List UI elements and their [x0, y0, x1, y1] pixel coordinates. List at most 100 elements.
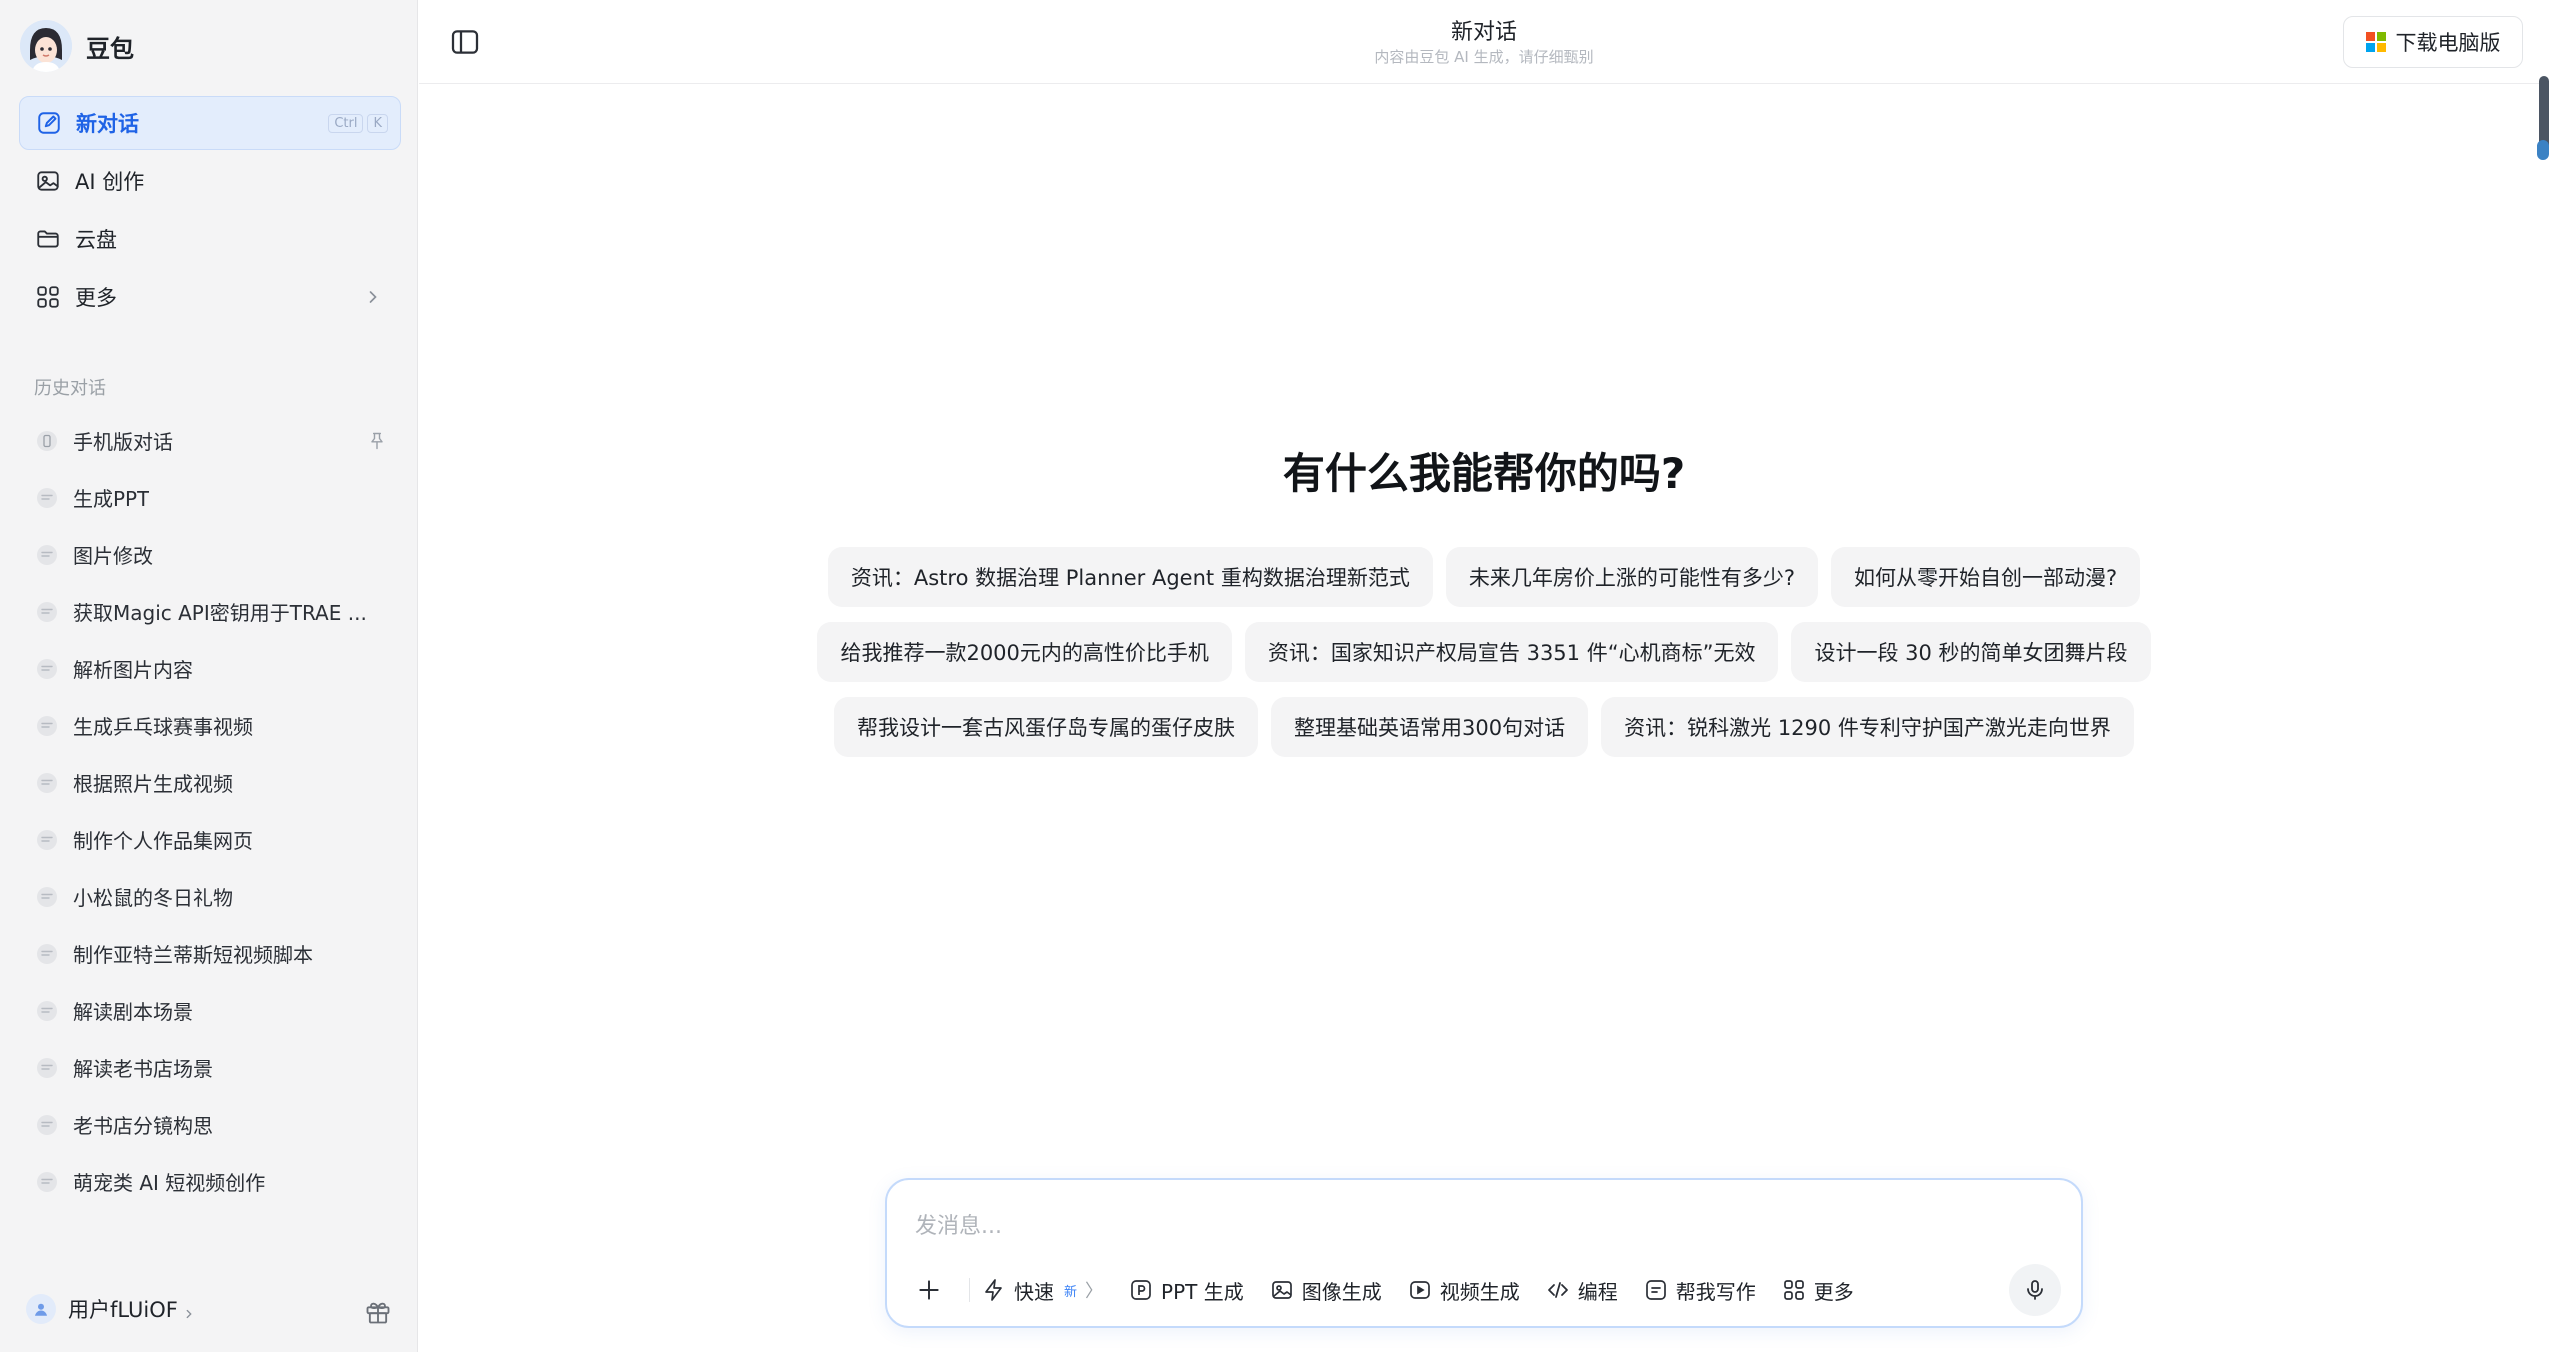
- download-label: 下载电脑版: [2395, 31, 2501, 55]
- history-item[interactable]: 获取Magic API密钥用于TRAE ...: [19, 583, 401, 640]
- history-item-label: 获取Magic API密钥用于TRAE ...: [73, 601, 367, 625]
- tool-code[interactable]: 编程: [1546, 1276, 1618, 1305]
- chat-bubble-icon: [35, 999, 59, 1023]
- chat-bubble-icon: [35, 828, 59, 852]
- tool-ppt[interactable]: PPT 生成: [1129, 1276, 1244, 1305]
- history-item[interactable]: 制作个人作品集网页: [19, 811, 401, 868]
- download-desktop-button[interactable]: 下载电脑版: [2343, 16, 2523, 68]
- sidebar-item-new-chat[interactable]: 新对话 Ctrl K: [19, 96, 401, 150]
- history-item-label: 解析图片内容: [73, 658, 193, 682]
- history-item[interactable]: 图片修改: [19, 526, 401, 583]
- history-item[interactable]: 小松鼠的冬日礼物: [19, 868, 401, 925]
- suggestion-chip[interactable]: 如何从零开始自创一部动漫?: [1830, 547, 2141, 607]
- sidebar-item-cloud-drive[interactable]: 云盘: [19, 212, 401, 266]
- video-icon: [1408, 1278, 1432, 1302]
- welcome-heading: 有什么我能帮你的吗?: [1282, 449, 1686, 498]
- lightning-icon: [982, 1278, 1006, 1302]
- history-item[interactable]: 老书店分镜构思: [19, 1096, 401, 1153]
- tool-label: 更多: [1813, 1279, 1854, 1304]
- history-item[interactable]: 生成乒乓球赛事视频: [19, 697, 401, 754]
- user-profile[interactable]: 用户fLUiOF: [26, 1294, 196, 1324]
- history-item[interactable]: 萌宠类 AI 短视频创作: [19, 1153, 401, 1210]
- tool-label: PPT 生成: [1161, 1279, 1244, 1304]
- code-icon: [1546, 1278, 1570, 1302]
- suggestion-chip[interactable]: 资讯：锐科激光 1290 件专利守护国产激光走向世界: [1601, 697, 2134, 757]
- sidebar-nav: 新对话 Ctrl K AI 创作 云盘 更多: [19, 96, 401, 328]
- toolbar-divider: [969, 1278, 970, 1302]
- history-item-label: 老书店分镜构思: [73, 1114, 213, 1138]
- shortcut-key: Ctrl: [328, 113, 364, 133]
- history-list: 手机版对话生成PPT 图片修改获取Magic API密钥用于TRAE ... 解析图…: [19, 412, 401, 1210]
- composer-toolbar: 快速 新 〉 PPT 生成 图像生成 视频生成 编程 帮我写作 更多: [911, 1268, 1880, 1312]
- suggestion-chip[interactable]: 整理基础英语常用300句对话: [1271, 697, 1589, 757]
- user-name: 用户fLUiOF: [68, 1298, 178, 1322]
- tool-quick[interactable]: 快速 新 〉: [982, 1276, 1103, 1305]
- suggestion-chip[interactable]: 给我推荐一款2000元内的高性价比手机: [817, 622, 1232, 682]
- message-input[interactable]: 发消息...: [915, 1208, 1002, 1240]
- gift-icon[interactable]: [364, 1298, 392, 1326]
- history-item-label: 制作亚特兰蒂斯短视频脚本: [73, 943, 313, 967]
- history-item[interactable]: 解读老书店场景: [19, 1039, 401, 1096]
- chevron-right-icon: [363, 287, 383, 307]
- main-area: 新对话 内容由豆包 AI 生成，请仔细甄别 下载电脑版 有什么我能帮你的吗? 资…: [419, 0, 2549, 1352]
- scrollbar-thumb[interactable]: [2537, 140, 2549, 160]
- history-item[interactable]: 手机版对话: [19, 412, 401, 469]
- chat-bubble-icon: [35, 942, 59, 966]
- tool-label: 快速: [1014, 1279, 1054, 1304]
- suggestion-row: 帮我设计一套古风蛋仔岛专属的蛋仔皮肤 整理基础英语常用300句对话 资讯：锐科激…: [419, 697, 2549, 757]
- plus-icon[interactable]: [911, 1272, 947, 1308]
- sidebar-item-ai-create[interactable]: AI 创作: [19, 154, 401, 208]
- more-grid-icon: [1782, 1278, 1806, 1302]
- new-badge: 新: [1064, 1284, 1078, 1300]
- chat-bubble-icon: [35, 771, 59, 795]
- history-item-label: 生成乒乓球赛事视频: [73, 715, 253, 739]
- chat-bubble-icon: [35, 543, 59, 567]
- grid-icon: [35, 284, 61, 310]
- doubao-avatar: [20, 20, 72, 72]
- chat-bubble-icon: [35, 486, 59, 510]
- tool-label: 编程: [1577, 1279, 1618, 1304]
- sidebar: 豆包 新对话 Ctrl K AI 创作 云盘 更多 历史对话 手机版对话 生成P…: [0, 0, 418, 1352]
- pin-icon[interactable]: [367, 431, 387, 451]
- history-item-label: 解读剧本场景: [73, 1000, 193, 1024]
- tool-video-gen[interactable]: 视频生成: [1408, 1276, 1520, 1305]
- sidebar-item-label: AI 创作: [75, 170, 145, 194]
- sidebar-item-label: 云盘: [75, 228, 117, 252]
- tool-image-gen[interactable]: 图像生成: [1270, 1276, 1382, 1305]
- chevron-right-icon: [182, 1302, 196, 1319]
- suggestion-chip[interactable]: 设计一段 30 秒的简单女团舞片段: [1791, 622, 2151, 682]
- folder-icon: [35, 226, 61, 252]
- tool-label: 视频生成: [1439, 1279, 1520, 1304]
- chat-bubble-icon: [35, 657, 59, 681]
- write-icon: [1644, 1278, 1668, 1302]
- tool-label: 帮我写作: [1675, 1279, 1756, 1304]
- chat-bubble-icon: [35, 600, 59, 624]
- history-item[interactable]: 制作亚特兰蒂斯短视频脚本: [19, 925, 401, 982]
- history-item[interactable]: 根据照片生成视频: [19, 754, 401, 811]
- windows-logo-icon: [2365, 32, 2386, 52]
- history-item[interactable]: 解析图片内容: [19, 640, 401, 697]
- microphone-icon[interactable]: [2009, 1264, 2061, 1316]
- history-item-label: 小松鼠的冬日礼物: [73, 886, 233, 910]
- history-item-label: 萌宠类 AI 短视频创作: [73, 1171, 266, 1195]
- suggestion-chip[interactable]: 资讯：国家知识产权局宣告 3351 件“心机商标”无效: [1244, 622, 1779, 682]
- tool-more[interactable]: 更多: [1782, 1276, 1854, 1305]
- history-item[interactable]: 生成PPT: [19, 469, 401, 526]
- history-item-label: 根据照片生成视频: [73, 772, 233, 796]
- brand[interactable]: 豆包: [20, 20, 134, 72]
- sidebar-item-more[interactable]: 更多: [19, 270, 401, 324]
- tool-label: 图像生成: [1301, 1279, 1382, 1304]
- message-composer: 发消息... 快速 新 〉 PPT 生成 图像生成 视频生成 编程 帮我写作 更…: [885, 1178, 2083, 1328]
- app-name: 豆包: [86, 34, 134, 63]
- chat-bubble-icon: [35, 885, 59, 909]
- suggestion-chip[interactable]: 帮我设计一套古风蛋仔岛专属的蛋仔皮肤: [834, 697, 1259, 757]
- history-item[interactable]: 解读剧本场景: [19, 982, 401, 1039]
- tool-writing[interactable]: 帮我写作: [1644, 1276, 1756, 1305]
- suggestion-chip[interactable]: 资讯：Astro 数据治理 Planner Agent 重构数据治理新范式: [827, 547, 1433, 607]
- user-avatar-icon: [26, 1294, 56, 1324]
- suggestion-chip[interactable]: 未来几年房价上涨的可能性有多少?: [1445, 547, 1818, 607]
- image-icon: [35, 168, 61, 194]
- history-item-label: 生成PPT: [73, 487, 150, 511]
- sidebar-item-label: 新对话: [76, 112, 139, 136]
- history-title: 历史对话: [34, 378, 106, 399]
